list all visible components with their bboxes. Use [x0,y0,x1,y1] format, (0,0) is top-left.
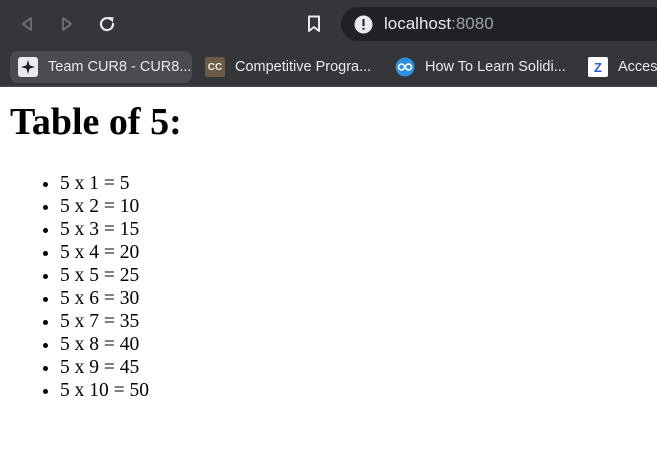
list-item: 5 x 2 = 10 [60,195,149,218]
info-icon [354,15,372,33]
list-item: 5 x 6 = 30 [60,287,149,310]
list-item: 5 x 10 = 50 [60,379,149,402]
address-bar[interactable]: localhost:8080 [341,7,657,41]
page-title: Table of 5: [10,101,182,143]
url-text[interactable]: localhost:8080 [384,14,494,34]
bookmark-team-cur8[interactable]: Team CUR8 - CUR8... [10,51,192,83]
bookmark-learn-solidity[interactable]: How To Learn Solidi... [387,51,574,83]
bookmark-label: Access [618,59,657,75]
list-item: 5 x 9 = 45 [60,356,149,379]
bookmark-access[interactable]: Z Access [580,51,657,83]
url-host: localhost [384,14,452,33]
back-button[interactable] [14,11,40,37]
list-item: 5 x 5 = 25 [60,264,149,287]
list-item: 5 x 7 = 35 [60,310,149,333]
reload-button[interactable] [94,11,120,37]
cc-icon: CC [205,57,225,77]
bookmark-icon [308,15,320,32]
z-icon: Z [588,57,608,77]
multiplication-list: 5 x 1 = 5 5 x 2 = 10 5 x 3 = 15 5 x 4 = … [60,172,149,402]
bookmark-page-button[interactable] [301,11,327,37]
reload-icon [99,16,115,32]
list-item: 5 x 3 = 15 [60,218,149,241]
bookmark-label: How To Learn Solidi... [425,59,566,75]
site-info-button[interactable] [353,14,373,34]
list-item: 5 x 4 = 20 [60,241,149,264]
sparkle-icon [18,57,38,77]
url-port: :8080 [451,14,494,33]
list-item: 5 x 1 = 5 [60,172,149,195]
bookmark-competitive-programming[interactable]: CC Competitive Progra... [197,51,379,83]
page-content: Table of 5: 5 x 1 = 5 5 x 2 = 10 5 x 3 =… [0,88,657,460]
list-item: 5 x 8 = 40 [60,333,149,356]
bookmark-label: Competitive Progra... [235,59,372,75]
bookmarks-bar: Team CUR8 - CUR8... CC Competitive Progr… [0,47,657,87]
forward-arrow-icon [62,17,72,31]
forward-button[interactable] [54,11,80,37]
bookmark-label: Team CUR8 - CUR8... [48,59,192,75]
browser-toolbar: localhost:8080 [0,0,657,47]
blue-glasses-icon [395,57,415,77]
back-arrow-icon [22,17,32,31]
